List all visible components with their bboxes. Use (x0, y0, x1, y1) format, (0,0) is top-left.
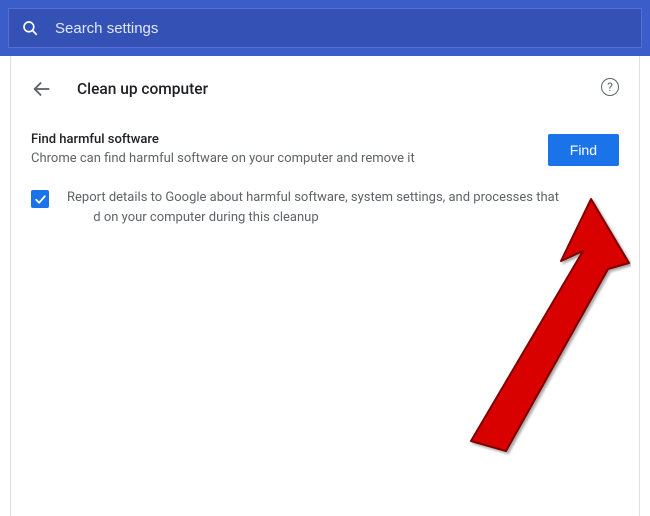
annotation-arrow-icon (331, 191, 631, 481)
search-icon (21, 19, 39, 37)
page-title: Clean up computer (77, 80, 208, 98)
search-bar[interactable] (8, 8, 642, 48)
section-text: Find harmful software Chrome can find ha… (31, 132, 530, 166)
back-arrow-icon[interactable] (31, 78, 53, 100)
section-description: Chrome can find harmful software on your… (31, 151, 530, 166)
report-checkbox-row: Report details to Google about harmful s… (31, 188, 619, 227)
settings-panel: Clean up computer ? Find harmful softwar… (10, 56, 640, 516)
search-input[interactable] (55, 20, 629, 37)
find-button[interactable]: Find (548, 134, 619, 166)
help-icon[interactable]: ? (601, 78, 619, 96)
title-row: Clean up computer (31, 78, 619, 100)
find-harmful-section: Find harmful software Chrome can find ha… (31, 132, 619, 166)
checkbox-label-after: d on your computer during this cleanup (93, 210, 318, 225)
checkbox-label-before: Report details to Google about harmful s… (67, 190, 559, 205)
settings-header (0, 0, 650, 56)
section-title: Find harmful software (31, 132, 530, 147)
report-checkbox[interactable] (31, 190, 49, 208)
report-checkbox-label: Report details to Google about harmful s… (67, 188, 619, 227)
